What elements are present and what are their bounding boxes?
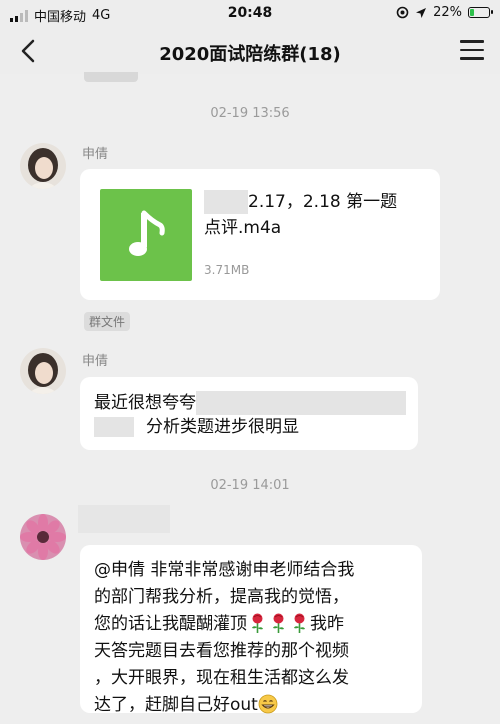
avatar[interactable] xyxy=(20,348,66,394)
file-size: 3.71MB xyxy=(204,263,250,277)
blurred-sender-name xyxy=(78,505,170,533)
blurred-text xyxy=(204,190,248,214)
partial-tag xyxy=(84,72,138,82)
menu-button[interactable] xyxy=(460,40,484,62)
menu-icon xyxy=(460,40,484,43)
blurred-text xyxy=(196,391,406,415)
text-message-bubble[interactable]: 最近很想夸夸 分析类题进步很明显 xyxy=(80,377,418,450)
file-name: 2.17，2.18 第一题 点评.m4a xyxy=(204,190,398,238)
sender-name: 申倩 xyxy=(82,147,109,162)
status-right: 22% xyxy=(396,5,493,20)
rose-emoji-icon xyxy=(270,613,287,633)
screen-lock-icon xyxy=(396,6,409,19)
message-text: 最近很想夸夸 分析类题进步很明显 xyxy=(94,391,406,439)
audio-file-thumbnail xyxy=(100,189,192,281)
sender-name: 申倩 xyxy=(82,354,109,369)
timestamp: 02-19 14:01 xyxy=(210,478,290,493)
status-bar: 中国移动 4G 20:48 22% xyxy=(0,0,500,28)
chat-title: 2020面试陪练群(18) xyxy=(159,44,341,65)
grin-emoji-icon xyxy=(258,694,278,714)
file-message-bubble[interactable]: 2.17，2.18 第一题 点评.m4a 3.71MB xyxy=(80,169,440,300)
rose-emoji-icon xyxy=(249,613,266,633)
timestamp: 02-19 13:56 xyxy=(210,106,290,121)
battery-icon xyxy=(468,7,493,18)
music-note-icon xyxy=(129,210,165,256)
chat-header: 2020面试陪练群(18) xyxy=(0,28,500,74)
battery-percent: 22% xyxy=(433,5,462,20)
blurred-text xyxy=(94,417,134,437)
avatar[interactable] xyxy=(20,514,66,560)
avatar[interactable] xyxy=(20,143,66,189)
text-message-bubble[interactable]: @申倩 非常非常感谢申老师结合我 的部门帮我分析，提高我的觉悟， 您的话让我醍醐… xyxy=(80,545,422,715)
location-icon xyxy=(416,7,427,18)
rose-emoji-icon xyxy=(291,613,308,633)
group-file-tag[interactable]: 群文件 xyxy=(84,312,131,331)
message-text: @申倩 非常非常感谢申老师结合我 的部门帮我分析，提高我的觉悟， 您的话让我醍醐… xyxy=(94,560,355,715)
